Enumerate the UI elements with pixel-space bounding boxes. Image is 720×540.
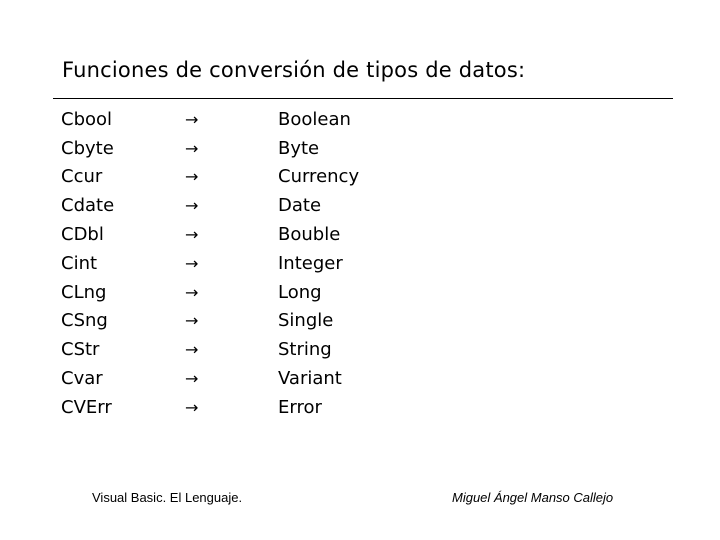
table-row: Cbyte → Byte — [61, 134, 359, 163]
function-name: Cbyte — [61, 137, 114, 159]
arrow-icon: → — [185, 196, 199, 216]
function-name: Cvar — [61, 368, 103, 390]
type-name: Variant — [278, 368, 342, 390]
function-name: CDbl — [61, 224, 104, 246]
table-row: CStr → String — [61, 335, 359, 364]
function-name: CLng — [61, 281, 107, 303]
type-name: Single — [278, 310, 334, 332]
function-name: Cbool — [61, 108, 113, 130]
table-row: Cbool → Boolean — [61, 105, 359, 134]
arrow-icon: → — [185, 340, 199, 360]
function-name: CStr — [61, 339, 100, 361]
table-row: Cvar → Variant — [61, 364, 359, 393]
table-row: CVErr → Error — [61, 393, 359, 422]
arrow-icon: → — [185, 311, 199, 331]
arrow-icon: → — [185, 369, 199, 389]
arrow-icon: → — [185, 138, 199, 158]
table-row: CLng → Long — [61, 278, 359, 307]
slide-title: Funciones de conversión de tipos de dato… — [62, 58, 526, 82]
footer-right: Miguel Ángel Manso Callejo — [452, 490, 614, 505]
type-name: String — [278, 339, 332, 361]
type-name: Boolean — [278, 108, 351, 130]
function-name: Cdate — [61, 195, 115, 217]
table-row: Ccur → Currency — [61, 163, 359, 192]
type-name: Error — [278, 396, 322, 418]
title-divider — [53, 98, 673, 99]
type-name: Currency — [278, 166, 360, 188]
arrow-icon: → — [185, 397, 199, 417]
table-row: CSng → Single — [61, 307, 359, 336]
function-name: Ccur — [61, 166, 103, 188]
function-name: Cint — [61, 252, 98, 274]
table-row: CDbl → Bouble — [61, 220, 359, 249]
type-name: Byte — [278, 137, 320, 159]
function-name: CVErr — [61, 396, 112, 418]
type-name: Bouble — [278, 224, 341, 246]
type-name: Date — [278, 195, 322, 217]
table-row: Cint → Integer — [61, 249, 359, 278]
arrow-icon: → — [185, 225, 199, 245]
arrow-icon: → — [185, 167, 199, 187]
type-name: Integer — [278, 252, 343, 274]
function-name: CSng — [61, 310, 108, 332]
arrow-icon: → — [185, 109, 199, 129]
arrow-icon: → — [185, 253, 199, 273]
type-name: Long — [278, 281, 322, 303]
table-row: Cdate → Date — [61, 191, 359, 220]
arrow-icon: → — [185, 282, 199, 302]
footer-left: Visual Basic. El Lenguaje. — [92, 490, 243, 505]
conversion-table: Cbool → Boolean Cbyte → Byte Ccur → Currency Cdat… — [61, 105, 359, 422]
